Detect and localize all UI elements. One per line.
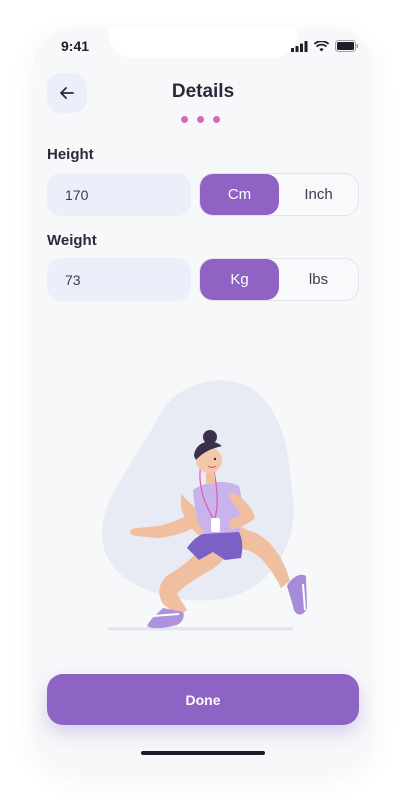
height-label: Height [47,146,94,163]
page-indicator [181,116,220,123]
unit-option-kg[interactable]: Kg [200,259,279,300]
weight-label: Weight [47,232,97,249]
battery-icon [335,40,359,52]
status-time: 9:41 [61,38,90,54]
page-title: Details [171,81,235,102]
unit-option-lbs[interactable]: lbs [279,259,358,300]
wifi-icon [314,40,329,51]
notch [109,28,297,58]
height-unit-toggle: Cm Inch [199,173,359,216]
phone-screen: 9:41 Details Height 170 Cm Inch Weight 7… [33,28,373,770]
signal-icon [291,40,308,52]
status-icons [291,40,359,52]
page-dot [197,116,204,123]
home-indicator [141,751,265,755]
done-button[interactable]: Done [47,674,359,725]
page-dot [181,116,188,123]
weight-input[interactable]: 73 [47,258,191,301]
unit-option-inch[interactable]: Inch [279,174,358,215]
weight-unit-toggle: Kg lbs [199,258,359,301]
page-dot [213,116,220,123]
height-input[interactable]: 170 [47,173,191,216]
running-woman-illustration [102,380,307,631]
unit-option-cm[interactable]: Cm [200,174,279,215]
